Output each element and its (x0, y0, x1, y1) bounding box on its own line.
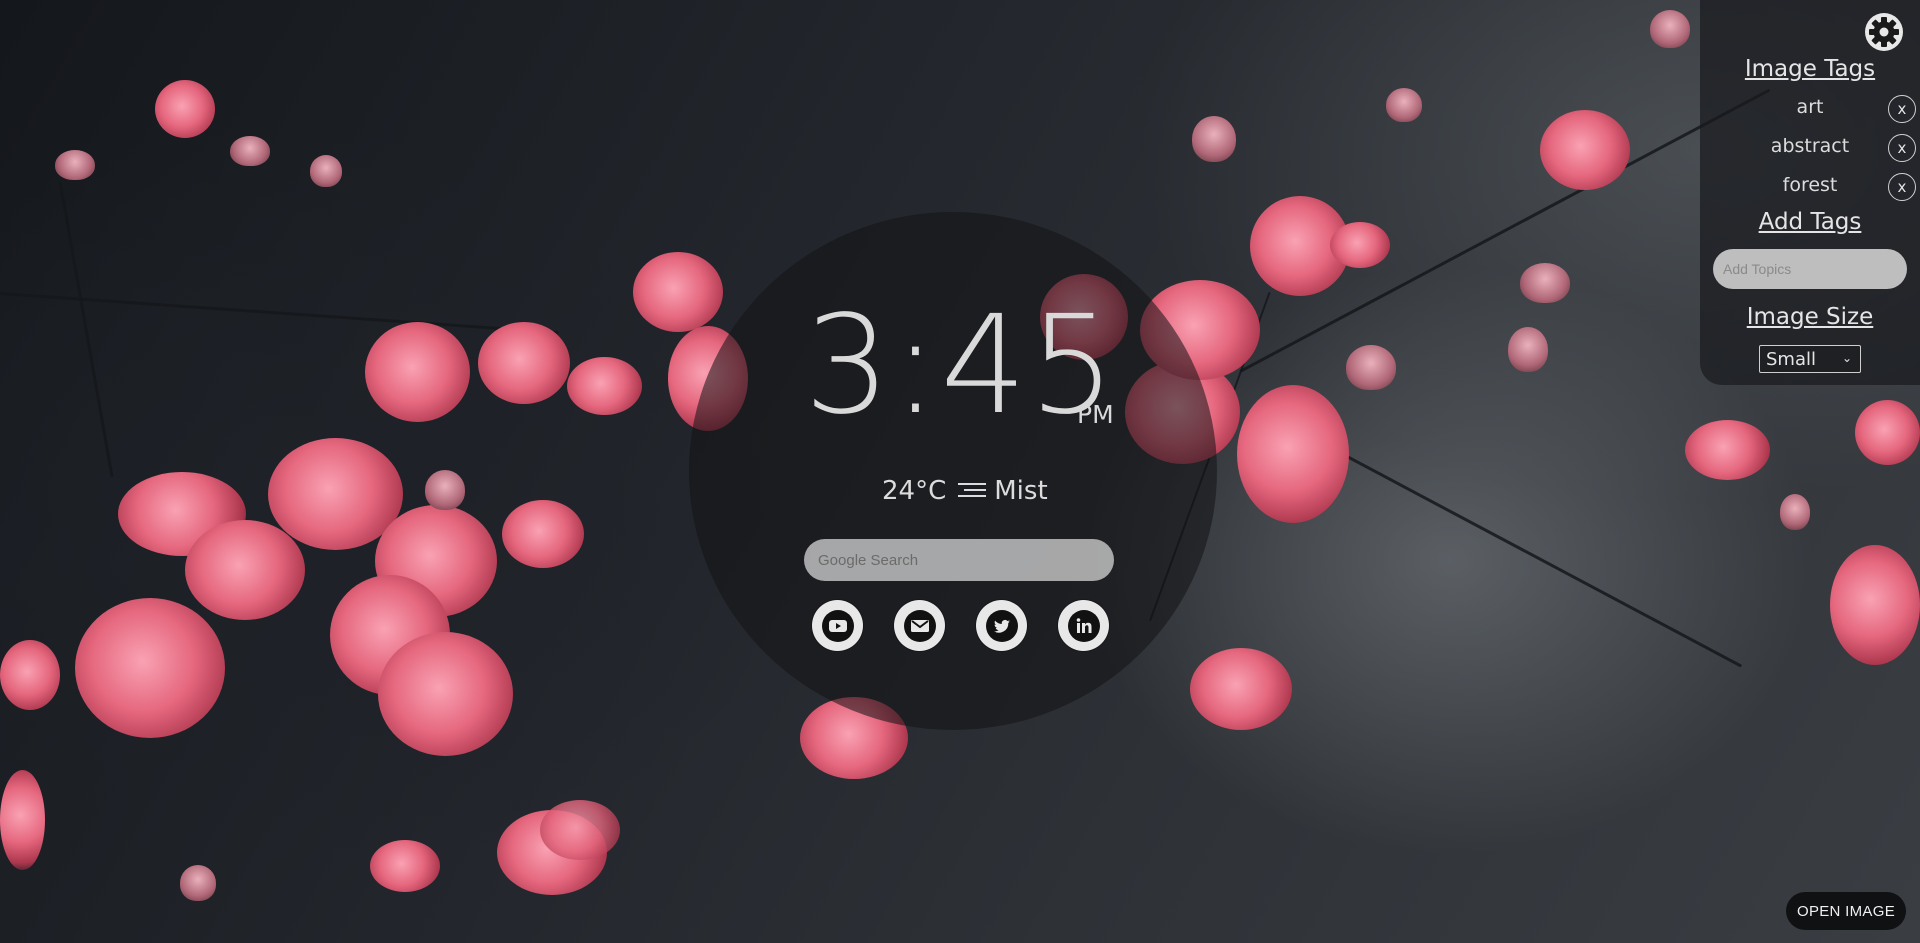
image-size-select[interactable]: Small ⌄ (1759, 345, 1861, 373)
bud (180, 865, 216, 901)
clock-ampm: PM (1077, 400, 1114, 429)
google-search-input[interactable] (804, 539, 1114, 581)
flower (1830, 545, 1920, 665)
tag-label: abstract (1770, 135, 1850, 157)
bud (310, 155, 342, 187)
remove-tag-button[interactable]: x (1888, 95, 1916, 123)
chevron-down-icon: ⌄ (1841, 351, 1852, 365)
branch (1299, 430, 1743, 668)
weather-info: 24°C Mist (882, 476, 1048, 506)
flower (365, 322, 470, 422)
flower (185, 520, 305, 620)
flower (540, 800, 620, 860)
image-tags-heading: Image Tags (1744, 56, 1876, 82)
mail-icon[interactable] (894, 600, 945, 651)
clock-time: 3:45 (804, 287, 1118, 445)
open-image-button[interactable]: OPEN IMAGE (1786, 892, 1906, 930)
bud (1780, 494, 1810, 530)
bud (230, 136, 270, 166)
social-links (812, 600, 1109, 651)
bud (1386, 88, 1422, 122)
flower (0, 770, 45, 870)
flower (633, 252, 723, 332)
image-size-heading: Image Size (1746, 304, 1874, 330)
flower (75, 598, 225, 738)
flower (0, 640, 60, 710)
gear-icon[interactable] (1864, 12, 1904, 52)
bud (55, 150, 95, 180)
bud (1520, 263, 1570, 303)
weather-condition: Mist (994, 476, 1048, 506)
weather-temperature: 24°C (882, 476, 947, 506)
remove-tag-button[interactable]: x (1888, 173, 1916, 201)
tag-label: art (1796, 96, 1824, 118)
flower (370, 840, 440, 892)
flower (567, 357, 642, 415)
tag-item: art (1700, 94, 1920, 124)
bud (1192, 116, 1236, 162)
flower (1190, 648, 1292, 730)
flower (1855, 400, 1920, 465)
remove-tag-button[interactable]: x (1888, 134, 1916, 162)
branch (58, 181, 114, 478)
tag-item: forest (1700, 172, 1920, 202)
flower (1237, 385, 1349, 523)
flower (478, 322, 570, 404)
twitter-icon[interactable] (976, 600, 1027, 651)
bud (1346, 345, 1396, 390)
add-tags-heading: Add Tags (1758, 209, 1862, 235)
bud (1650, 10, 1690, 48)
youtube-icon[interactable] (812, 600, 863, 651)
flower (502, 500, 584, 568)
flower (155, 80, 215, 138)
bud (1508, 327, 1548, 372)
bud (425, 470, 465, 510)
mist-icon (958, 481, 987, 501)
tag-item: abstract (1700, 133, 1920, 163)
image-size-value: Small (1766, 348, 1816, 370)
flower (1685, 420, 1770, 480)
flower (1330, 222, 1390, 268)
flower (1540, 110, 1630, 190)
linkedin-icon[interactable] (1058, 600, 1109, 651)
add-topics-input[interactable] (1713, 249, 1907, 289)
tag-label: forest (1782, 174, 1838, 196)
flower (378, 632, 513, 756)
